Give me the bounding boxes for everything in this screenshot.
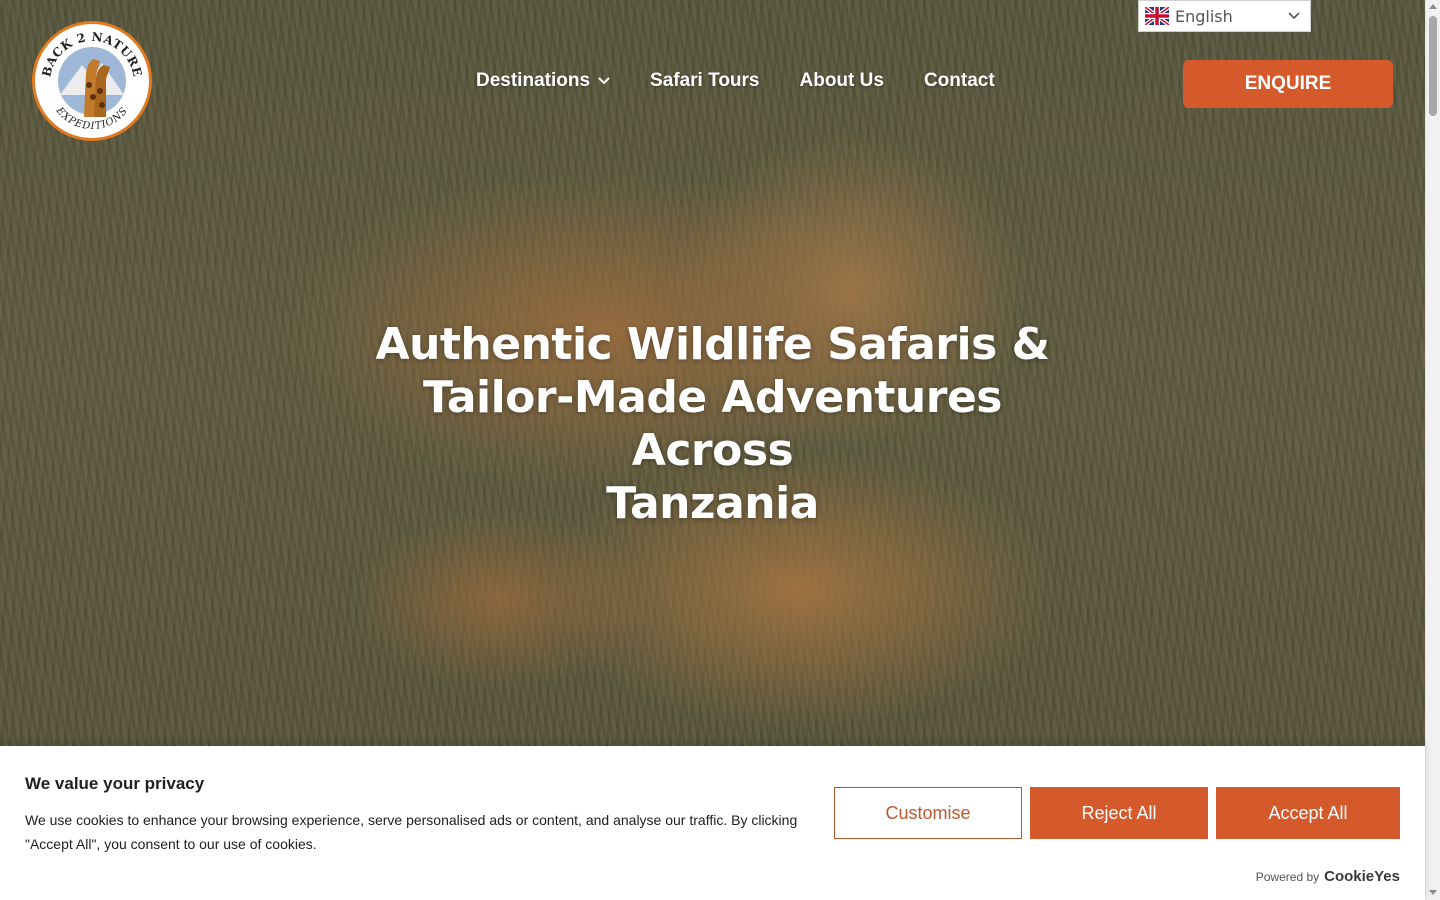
nav-item-about-us[interactable]: About Us — [800, 70, 884, 92]
cookie-consent-banner: We value your privacy We use cookies to … — [0, 746, 1425, 900]
site-logo[interactable]: BACK 2 NATURE EXPEDITIONS — [32, 21, 152, 141]
giraffe-logo-icon: BACK 2 NATURE EXPEDITIONS — [39, 30, 144, 132]
enquire-button[interactable]: ENQUIRE — [1183, 60, 1393, 108]
cookie-banner-title: We value your privacy — [25, 774, 205, 793]
hero-title-line: Tanzania — [606, 478, 819, 529]
chevron-down-icon — [1288, 12, 1300, 20]
nav-item-contact[interactable]: Contact — [924, 70, 995, 92]
nav-item-label: Safari Tours — [650, 70, 760, 91]
powered-by[interactable]: Powered by CookieYes — [1256, 868, 1400, 885]
nav-item-label: About Us — [799, 70, 884, 91]
nav-item-label: Contact — [923, 70, 995, 91]
scrollbar-thumb[interactable] — [1429, 16, 1437, 116]
powered-by-label: Powered by — [1255, 870, 1320, 884]
hero-title-line: Authentic Wildlife Safaris & — [375, 319, 1050, 370]
main-nav: Destinations Safari Tours About Us Conta… — [476, 70, 995, 92]
language-select[interactable]: English — [1138, 0, 1311, 32]
chevron-down-icon — [598, 77, 610, 85]
language-select-value: English — [1175, 6, 1233, 26]
accept-all-button[interactable]: Accept All — [1216, 787, 1400, 839]
customise-button[interactable]: Customise — [834, 787, 1022, 839]
hero-title-line: Tailor-Made Adventures Across — [422, 372, 1003, 476]
uk-flag-icon — [1145, 7, 1169, 25]
cookieyes-logo: CookieYes — [1324, 868, 1400, 885]
page-scrollbar[interactable] — [1425, 0, 1440, 900]
nav-item-label: Destinations — [476, 70, 591, 91]
hero-title: Authentic Wildlife Safaris & Tailor-Made… — [340, 318, 1085, 530]
scroll-up-arrow-icon[interactable] — [1429, 4, 1437, 9]
nav-item-destinations[interactable]: Destinations — [476, 70, 610, 92]
scroll-down-arrow-icon[interactable] — [1429, 890, 1437, 895]
nav-item-safari-tours[interactable]: Safari Tours — [650, 70, 759, 92]
cookie-banner-text: We use cookies to enhance your browsing … — [25, 812, 798, 852]
reject-all-button[interactable]: Reject All — [1030, 787, 1208, 839]
